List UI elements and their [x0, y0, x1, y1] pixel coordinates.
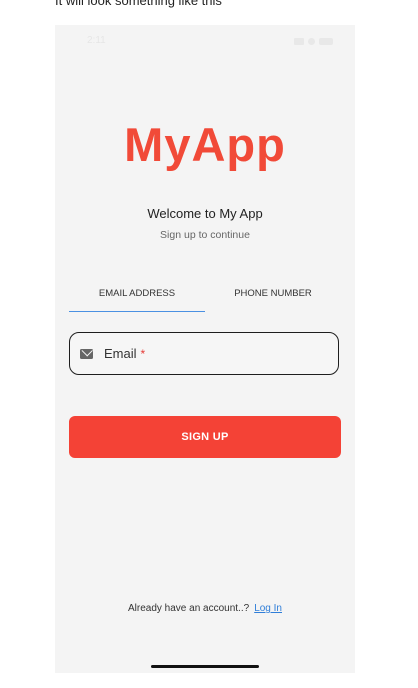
- sign-up-button[interactable]: SIGN UP: [69, 416, 341, 458]
- status-time: 2:11: [87, 35, 106, 46]
- signup-method-tabs: EMAIL ADDRESS PHONE NUMBER: [69, 280, 341, 312]
- battery-icon: [319, 38, 333, 45]
- login-prompt: Already have an account..? Log In: [55, 603, 355, 614]
- mail-icon: [80, 348, 93, 359]
- app-logo: MyApp: [124, 118, 286, 171]
- email-field[interactable]: Email *: [69, 332, 339, 375]
- status-icons: [294, 38, 333, 45]
- wifi-icon: [308, 38, 315, 45]
- login-prompt-text: Already have an account..?: [127, 603, 250, 614]
- home-indicator: [151, 665, 259, 668]
- tab-phone-number[interactable]: PHONE NUMBER: [205, 280, 341, 312]
- signup-subtitle: Sign up to continue: [160, 229, 250, 241]
- welcome-heading: Welcome to My App: [147, 206, 263, 221]
- status-bar: 2:11: [55, 25, 355, 57]
- signal-icon: [294, 38, 304, 45]
- email-label-text: Email: [104, 346, 137, 361]
- phone-screen: 2:11 MyApp Welcome to My App Sign up to …: [55, 25, 355, 673]
- caption-text: It will look something like this: [55, 0, 222, 8]
- tab-email-address[interactable]: EMAIL ADDRESS: [69, 280, 205, 312]
- required-marker: *: [140, 347, 146, 361]
- log-in-link[interactable]: Log In: [254, 603, 282, 614]
- email-field-label: Email *: [104, 346, 145, 361]
